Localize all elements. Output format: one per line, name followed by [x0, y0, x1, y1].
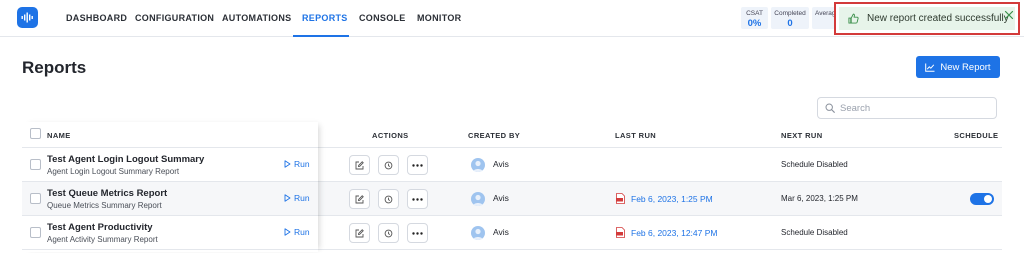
stat-completed-label: Completed	[774, 10, 806, 17]
more-options-button[interactable]	[407, 189, 428, 209]
run-button[interactable]: Run	[284, 193, 310, 203]
search-box[interactable]	[817, 97, 997, 119]
success-toast: New report created successfully	[834, 2, 1020, 35]
nav-monitor[interactable]: MONITOR	[417, 0, 477, 37]
history-button[interactable]	[378, 189, 399, 209]
header-schedule: SCHEDULE	[954, 131, 999, 140]
history-icon	[384, 195, 393, 203]
waveform-icon	[21, 12, 33, 23]
header-created-by[interactable]: CREATED BY	[468, 131, 520, 140]
run-button[interactable]: Run	[284, 159, 310, 169]
next-run: Schedule Disabled	[781, 228, 848, 237]
avatar	[471, 226, 485, 240]
row-checkbox[interactable]	[30, 159, 41, 170]
nav-reports[interactable]: REPORTS	[293, 0, 349, 37]
last-run-date: Feb 6, 2023, 1:25 PM	[631, 193, 713, 204]
report-description: Agent Login Logout Summary Report	[47, 167, 180, 176]
run-button[interactable]: Run	[284, 227, 310, 237]
user-icon	[473, 194, 483, 206]
header-next-run[interactable]: NEXT RUN	[781, 131, 823, 140]
search-input[interactable]	[840, 102, 990, 114]
created-by: Avis	[493, 159, 509, 169]
run-label: Run	[294, 193, 310, 203]
search-icon	[825, 103, 835, 113]
history-icon	[384, 161, 393, 169]
play-icon	[284, 228, 291, 236]
play-icon	[284, 160, 291, 168]
user-icon	[473, 228, 483, 240]
toast-body: New report created successfully	[839, 7, 1015, 30]
created-by: Avis	[493, 227, 509, 237]
created-by: Avis	[493, 193, 509, 203]
report-name[interactable]: Test Queue Metrics Report	[47, 188, 167, 199]
chart-line-icon	[925, 63, 935, 72]
stat-completed-value: 0	[787, 18, 793, 29]
toast-message: New report created successfully	[867, 13, 1009, 24]
schedule-toggle[interactable]	[970, 193, 994, 205]
run-label: Run	[294, 159, 310, 169]
more-horizontal-icon	[412, 231, 423, 235]
pdf-file-icon	[616, 227, 625, 238]
history-button[interactable]	[378, 155, 399, 175]
table-row[interactable]: Test Agent Productivity Agent Activity S…	[22, 216, 1002, 250]
more-horizontal-icon	[412, 163, 423, 167]
table-row[interactable]: Test Queue Metrics Report Queue Metrics …	[22, 182, 1002, 216]
stat-average-label: Averag	[815, 10, 836, 17]
stat-csat-value: 0%	[747, 18, 762, 29]
select-all-checkbox[interactable]	[30, 128, 41, 139]
nav-configuration[interactable]: CONFIGURATION	[135, 0, 222, 37]
app-logo[interactable]	[17, 7, 38, 28]
history-button[interactable]	[378, 223, 399, 243]
last-run-link[interactable]: Feb 6, 2023, 1:25 PM	[616, 193, 713, 204]
edit-button[interactable]	[349, 189, 370, 209]
stat-completed: Completed 0	[771, 7, 809, 29]
new-report-button[interactable]: New Report	[916, 56, 1000, 78]
main-nav: DASHBOARD CONFIGURATION AUTOMATIONS REPO…	[66, 0, 477, 37]
avatar	[471, 192, 485, 206]
row-checkbox[interactable]	[30, 193, 41, 204]
edit-button[interactable]	[349, 155, 370, 175]
nav-console[interactable]: CONSOLE	[359, 0, 417, 37]
report-description: Agent Activity Summary Report	[47, 235, 158, 244]
user-icon	[473, 160, 483, 172]
table-header: NAME ACTIONS CREATED BY LAST RUN NEXT RU…	[22, 122, 1002, 148]
report-name[interactable]: Test Agent Productivity	[47, 222, 153, 233]
report-description: Queue Metrics Summary Report	[47, 201, 162, 210]
toggle-knob	[984, 195, 992, 203]
report-name[interactable]: Test Agent Login Logout Summary	[47, 154, 204, 165]
play-icon	[284, 194, 291, 202]
more-horizontal-icon	[412, 197, 423, 201]
pdf-file-icon	[616, 193, 625, 204]
run-label: Run	[294, 227, 310, 237]
last-run-link[interactable]: Feb 6, 2023, 12:47 PM	[616, 227, 717, 238]
edit-icon	[355, 228, 364, 237]
more-options-button[interactable]	[407, 223, 428, 243]
header-actions: ACTIONS	[372, 131, 409, 140]
avatar	[471, 158, 485, 172]
nav-automations[interactable]: AUTOMATIONS	[222, 0, 293, 37]
table-row[interactable]: Test Agent Login Logout Summary Agent Lo…	[22, 148, 1002, 182]
nav-dashboard[interactable]: DASHBOARD	[66, 0, 135, 37]
header-last-run[interactable]: LAST RUN	[615, 131, 656, 140]
stat-csat: CSAT 0%	[741, 7, 768, 29]
edit-button[interactable]	[349, 223, 370, 243]
new-report-label: New Report	[940, 61, 991, 73]
edit-icon	[355, 160, 364, 169]
row-checkbox[interactable]	[30, 227, 41, 238]
more-options-button[interactable]	[407, 155, 428, 175]
last-run-date: Feb 6, 2023, 12:47 PM	[631, 227, 718, 238]
header-name[interactable]: NAME	[47, 131, 71, 140]
stat-csat-label: CSAT	[746, 10, 763, 17]
thumbs-up-icon	[848, 13, 859, 24]
next-run: Schedule Disabled	[781, 160, 848, 169]
close-icon[interactable]	[1004, 10, 1014, 20]
stat-average: Averag	[812, 7, 836, 29]
history-icon	[384, 229, 393, 237]
edit-icon	[355, 194, 364, 203]
next-run: Mar 6, 2023, 1:25 PM	[781, 194, 858, 203]
page-title: Reports	[22, 58, 87, 77]
